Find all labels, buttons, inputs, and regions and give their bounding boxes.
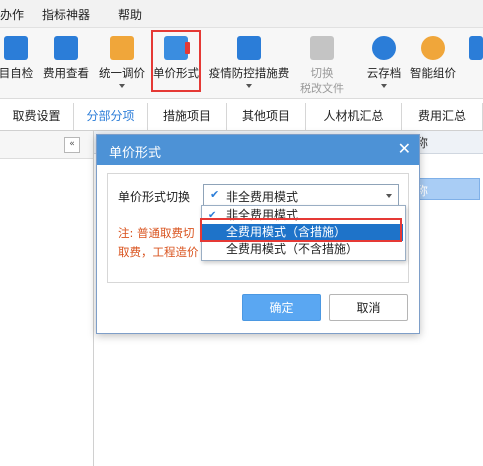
option-full-fee-without-measures[interactable]: 全费用模式（不含措施）	[202, 241, 403, 258]
epidemic-measure-label: 疫情防控措施费	[208, 66, 290, 80]
dialog-title: 单价形式	[109, 146, 162, 161]
unit-price-mode-value: 非全费用模式	[226, 190, 299, 204]
fee-view-label: 费用查看	[43, 66, 89, 80]
option-highlight	[200, 218, 402, 242]
left-tree-pane: «	[0, 131, 94, 466]
close-icon[interactable]: ✕	[398, 139, 411, 158]
cloud-archive-icon	[372, 36, 396, 60]
cloud-archive-button[interactable]: 云存档	[362, 28, 406, 98]
cursor-marker-icon	[185, 42, 190, 54]
ok-button[interactable]: 确定	[242, 294, 321, 321]
chevron-down-icon	[386, 194, 392, 198]
chevron-down-icon	[119, 84, 125, 88]
tab-labor-material-summary[interactable]: 人材机汇总	[306, 103, 402, 130]
fee-view-icon	[54, 36, 78, 60]
dialog-titlebar: 单价形式 ✕	[97, 135, 419, 165]
epidemic-measure-icon	[237, 36, 261, 60]
self-check-icon	[4, 36, 28, 60]
tab-fee-summary[interactable]: 费用汇总	[402, 103, 483, 130]
self-check-button[interactable]: 目自检	[0, 28, 36, 98]
switch-tax-label2: 税改文件	[300, 82, 344, 95]
tab-sub-items[interactable]: 分部分项	[74, 103, 148, 130]
price-adjust-label: 统一调价	[99, 66, 145, 80]
tab-bar: 取费设置 分部分项 措施项目 其他项目 人材机汇总 费用汇总	[0, 103, 483, 131]
tab-other-items[interactable]: 其他项目	[227, 103, 306, 130]
left-pane-header: «	[0, 131, 93, 159]
unit-price-form-highlight	[151, 30, 201, 92]
menu-item-indicator-tool[interactable]: 指标神器	[42, 6, 90, 23]
chevron-down-icon	[246, 84, 252, 88]
menu-item-operate[interactable]: 办作	[0, 6, 24, 23]
price-adjust-button[interactable]: 统一调价	[96, 28, 148, 98]
chevron-down-icon	[381, 84, 387, 88]
smart-pricing-label: 智能组价	[410, 66, 456, 80]
switch-tax-label: 切换	[310, 66, 334, 80]
switch-tax-icon	[310, 36, 334, 60]
more-tool-button[interactable]	[462, 28, 483, 98]
cloud-archive-label: 云存档	[366, 66, 402, 80]
self-check-label: 目自检	[0, 66, 34, 80]
menu-item-help[interactable]: 帮助	[118, 6, 142, 23]
unit-price-switch-label: 单价形式切换	[118, 190, 191, 204]
cancel-button[interactable]: 取消	[329, 294, 408, 321]
epidemic-measure-button[interactable]: 疫情防控措施费	[204, 28, 294, 98]
unit-price-mode-select[interactable]: ✔ 非全费用模式	[203, 184, 399, 206]
check-icon: ✔	[210, 188, 220, 201]
smart-pricing-button[interactable]: 智能组价	[406, 28, 460, 98]
collapse-left-button[interactable]: «	[64, 137, 80, 153]
fee-view-button[interactable]: 费用查看	[40, 28, 92, 98]
more-tool-icon	[469, 36, 483, 60]
tab-fee-settings[interactable]: 取费设置	[0, 103, 74, 130]
switch-tax-button[interactable]: 切换 税改文件	[296, 28, 348, 98]
toolbar: 目自检 费用查看 统一调价 单价形式 疫情防控措施费 切换 税改文件 云存档 智…	[0, 28, 483, 99]
price-adjust-icon	[110, 36, 134, 60]
dialog-note: 注: 普通取费切 取费，工程造价	[118, 226, 199, 259]
smart-pricing-icon	[421, 36, 445, 60]
menu-bar: 办作 指标神器 帮助	[0, 0, 483, 28]
tab-measures[interactable]: 措施项目	[148, 103, 227, 130]
